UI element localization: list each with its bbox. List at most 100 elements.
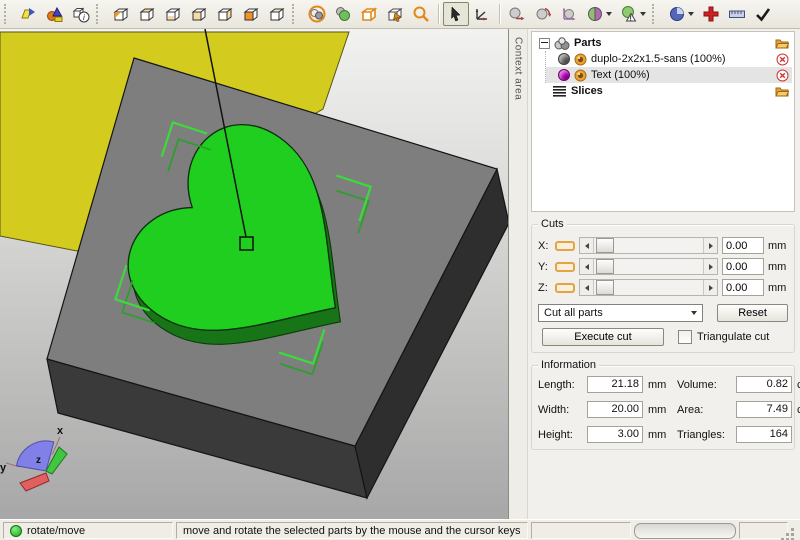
open-folder-icon[interactable] <box>775 85 789 97</box>
cut-y-unit-label: mm <box>768 261 788 273</box>
rotate-tool-button[interactable] <box>530 2 556 26</box>
reset-button[interactable]: Reset <box>717 304 788 322</box>
light-tool-button[interactable]: ! <box>616 2 650 26</box>
scroll-right-arrow[interactable] <box>703 238 717 253</box>
highlight-spheres-icon <box>308 5 326 23</box>
right-panel: Context area Parts <box>509 29 800 519</box>
cut-x-scrollbar[interactable] <box>579 237 718 254</box>
cut-y-label: Y: <box>538 261 551 273</box>
cut-x-value-input[interactable] <box>722 237 764 254</box>
context-area-label: Context area <box>513 37 524 519</box>
svg-text:i: i <box>83 13 85 22</box>
toolbar-grip[interactable] <box>292 4 300 24</box>
view-cube-left-button[interactable] <box>186 2 212 26</box>
render-disc-button[interactable] <box>664 2 698 26</box>
validate-check-icon <box>754 5 772 23</box>
status-bar: rotate/move move and rotate the selected… <box>0 519 800 540</box>
scroll-left-arrow[interactable] <box>580 259 594 274</box>
parts-group-icon <box>554 37 570 50</box>
view-cube-top-button[interactable] <box>134 2 160 26</box>
cut-mode-select[interactable]: Cut all parts <box>538 304 703 322</box>
cut-mode-value: Cut all parts <box>544 307 603 319</box>
move-tool-button[interactable] <box>504 2 530 26</box>
remove-part-icon[interactable] <box>776 69 789 82</box>
cut-z-plane-button[interactable] <box>555 283 575 293</box>
tree-row-part[interactable]: Text (100%) <box>546 67 792 83</box>
shade-spheres-button[interactable] <box>330 2 356 26</box>
axis-y-label: y <box>0 462 7 474</box>
open-part-button[interactable] <box>16 2 42 26</box>
cut-z-scrollbar[interactable] <box>579 279 718 296</box>
wire-cube-icon <box>360 5 378 23</box>
dropdown-caret-icon <box>606 12 612 16</box>
width-unit: mm <box>648 404 672 416</box>
cuts-group: Cuts X: mm Y: <box>531 224 795 353</box>
view-cube-right-button[interactable] <box>212 2 238 26</box>
triangles-label: Triangles: <box>677 429 731 441</box>
render-disc-icon <box>668 5 686 23</box>
toolbar-grip[interactable] <box>96 4 104 24</box>
visibility-eye-icon[interactable] <box>574 53 587 66</box>
collapse-expander-icon[interactable] <box>539 38 550 49</box>
view-cube-back-button[interactable] <box>264 2 290 26</box>
cut-axis-row-z: Z: mm <box>538 277 788 298</box>
triangulate-cut-checkbox[interactable] <box>678 330 692 344</box>
view-cube-back-icon <box>268 5 286 23</box>
view-cube-front-button[interactable] <box>238 2 264 26</box>
status-hint-label: move and rotate the selected parts by th… <box>183 525 521 537</box>
zoom-button[interactable] <box>408 2 434 26</box>
wire-cube-button[interactable] <box>356 2 382 26</box>
add-plus-button[interactable] <box>698 2 724 26</box>
parts-tree: Parts duplo-2x2x1.5-sans (100%) <box>531 31 795 212</box>
validate-check-button[interactable] <box>750 2 776 26</box>
view-cube-bottom-button[interactable] <box>160 2 186 26</box>
highlight-spheres-button[interactable] <box>304 2 330 26</box>
open-folder-icon[interactable] <box>775 37 789 49</box>
move-tool-icon <box>508 5 526 23</box>
toolbar-grip[interactable] <box>652 4 660 24</box>
tree-row-slices[interactable]: Slices <box>536 83 792 99</box>
view-cube-left-icon <box>190 5 208 23</box>
context-panel: Parts duplo-2x2x1.5-sans (100%) <box>528 29 800 519</box>
view-sphere-button[interactable] <box>582 2 616 26</box>
cut-y-scrollbar[interactable] <box>579 258 718 275</box>
pivot-handle[interactable] <box>240 237 253 250</box>
select-cube-button[interactable] <box>382 2 408 26</box>
axes-tool-button[interactable] <box>469 2 495 26</box>
open-part-icon <box>20 5 38 23</box>
scroll-left-arrow[interactable] <box>580 280 594 295</box>
scroll-right-arrow[interactable] <box>703 259 717 274</box>
tree-row-part[interactable]: duplo-2x2x1.5-sans (100%) <box>546 51 792 67</box>
cad-window: i ! <box>0 0 800 540</box>
status-empty-segment <box>531 522 631 539</box>
scroll-right-arrow[interactable] <box>703 280 717 295</box>
view-cube-iso-button[interactable] <box>108 2 134 26</box>
height-value: 3.00 <box>587 426 643 443</box>
cut-y-value-input[interactable] <box>722 258 764 275</box>
cuts-group-title: Cuts <box>538 218 567 230</box>
cut-y-plane-button[interactable] <box>555 262 575 272</box>
cut-x-plane-button[interactable] <box>555 241 575 251</box>
transform-tool-icon <box>560 5 578 23</box>
cut-z-value-input[interactable] <box>722 279 764 296</box>
main-area: x y z Context area Parts <box>0 29 800 519</box>
main-toolbar: i ! <box>0 0 800 29</box>
cut-z-slider-thumb[interactable] <box>596 280 614 295</box>
cut-y-slider-thumb[interactable] <box>596 259 614 274</box>
remove-part-icon[interactable] <box>776 53 789 66</box>
status-active-icon <box>10 525 22 537</box>
visibility-eye-icon[interactable] <box>574 69 587 82</box>
part-info-button[interactable]: i <box>68 2 94 26</box>
measure-ruler-button[interactable] <box>724 2 750 26</box>
execute-cut-button[interactable]: Execute cut <box>542 328 664 346</box>
3d-viewport[interactable]: x y z <box>0 29 509 519</box>
tree-row-parts[interactable]: Parts <box>536 35 792 51</box>
scroll-left-arrow[interactable] <box>580 238 594 253</box>
add-primitive-button[interactable] <box>42 2 68 26</box>
height-label: Height: <box>538 429 582 441</box>
toolbar-grip[interactable] <box>4 4 12 24</box>
select-arrow-button[interactable] <box>443 2 469 26</box>
height-unit: mm <box>648 429 672 441</box>
transform-tool-button[interactable] <box>556 2 582 26</box>
cut-x-slider-thumb[interactable] <box>596 238 614 253</box>
